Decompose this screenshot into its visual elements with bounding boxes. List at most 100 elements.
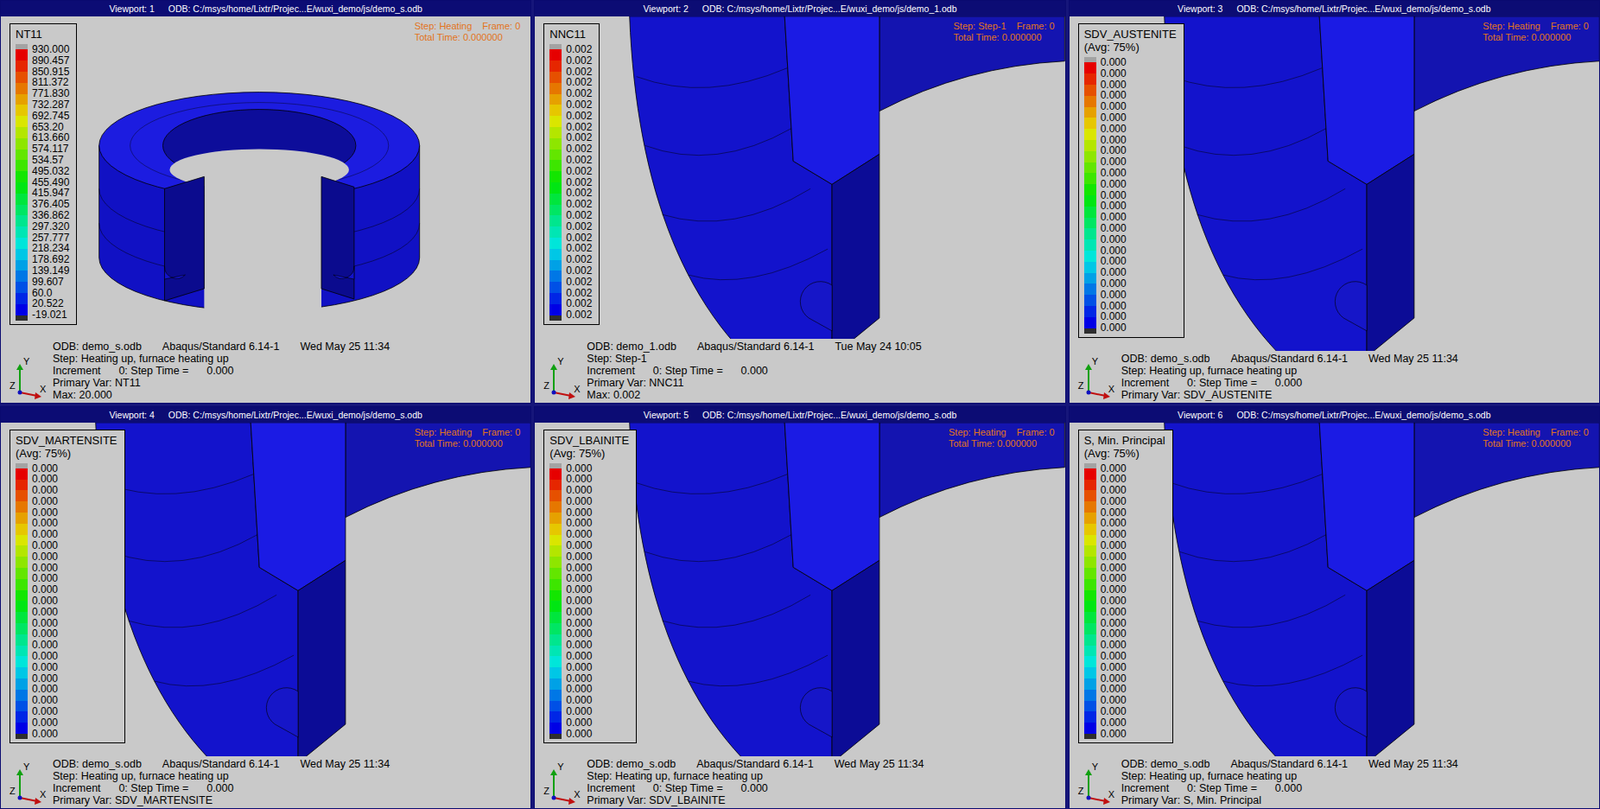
legend-value: 0.000 (1100, 507, 1127, 519)
viewport[interactable]: Viewport: 4ODB: C:/msys/home/Lixtr/Proje… (0, 406, 532, 809)
viewport[interactable]: Viewport: 3ODB: C:/msys/home/Lixtr/Proje… (1068, 0, 1600, 404)
viewport-canvas[interactable]: SDV_LBAINITE(Avg: 75%)0.0000.0000.0000.0… (534, 422, 1065, 809)
legend-value: 0.000 (565, 717, 592, 729)
legend-value: 0.002 (565, 88, 592, 100)
info-block: YXZODB: demo_s.odbAbaqus/Standard 6.14-1… (7, 338, 395, 401)
legend-value: 0.000 (1100, 528, 1127, 540)
viewport[interactable]: Viewport: 1ODB: C:/msys/home/Lixtr/Proje… (0, 0, 532, 404)
color-band (549, 115, 562, 127)
viewport-titlebar[interactable]: Viewport: 4ODB: C:/msys/home/Lixtr/Proje… (0, 406, 531, 423)
color-band (549, 556, 562, 568)
color-band (549, 304, 562, 316)
color-band (1084, 523, 1097, 535)
viewport-titlebar[interactable]: Viewport: 6ODB: C:/msys/home/Lixtr/Proje… (1069, 406, 1600, 423)
color-band (1084, 689, 1097, 701)
legend-body: 0.0000.0000.0000.0000.0000.0000.0000.000… (1084, 57, 1177, 334)
legend-value: 0.000 (1100, 595, 1127, 607)
contour-legend: NT11930.000890.457850.915811.372771.8307… (9, 23, 77, 325)
color-band (549, 468, 562, 480)
legend-title: S, Min. Principal (1084, 433, 1166, 447)
legend-value: 336.862 (31, 209, 70, 222)
solver-version: Abaqus/Standard 6.14-1 (1231, 352, 1349, 365)
color-band (1084, 261, 1097, 274)
step-frame-row: Step: HeatingFrame: 0 (1482, 20, 1589, 32)
viewport[interactable]: Viewport: 5ODB: C:/msys/home/Lixtr/Proje… (533, 406, 1066, 809)
legend-value: 0.002 (565, 242, 592, 254)
color-band (549, 512, 562, 524)
legend-value: 0.000 (1100, 190, 1127, 202)
legend-value: 0.000 (31, 528, 58, 540)
legend-values: 930.000890.457850.915811.372771.830732.2… (31, 44, 70, 321)
color-band (1084, 305, 1097, 318)
legend-value: 376.405 (31, 198, 70, 210)
color-band (549, 678, 562, 690)
increment-line: Increment 0: Step Time = 0.000 (586, 364, 921, 377)
legend-cap-bottom (1084, 328, 1097, 334)
viewport-canvas[interactable]: NNC110.0020.0020.0020.0020.0020.0020.002… (534, 16, 1065, 403)
step-frame-row: Step: Heating Frame: 0 (414, 426, 521, 439)
step-frame-row: Step: HeatingFrame: 0 (948, 426, 1055, 439)
viewport[interactable]: Viewport: 6ODB: C:/msys/home/Lixtr/Proje… (1068, 406, 1600, 809)
axis-z-label: Z (1078, 380, 1085, 391)
color-band (15, 711, 28, 723)
legend-value: 218.234 (31, 242, 70, 254)
viewport-titlebar[interactable]: Viewport: 5ODB: C:/msys/home/Lixtr/Proje… (534, 406, 1065, 423)
viewport-canvas[interactable]: SDV_MARTENSITE(Avg: 75%)0.0000.0000.0000… (0, 422, 531, 809)
color-band (15, 115, 28, 127)
contour-legend: SDV_AUSTENITE(Avg: 75%)0.0000.0000.0000.… (1078, 23, 1185, 338)
step-name: Step: Heating (414, 426, 473, 439)
color-band (1084, 95, 1097, 108)
solver-version: Abaqus/Standard 6.14-1 (162, 757, 280, 770)
color-band (1084, 489, 1097, 502)
color-band (15, 489, 28, 502)
color-band (1084, 655, 1097, 667)
viewport-titlebar[interactable]: Viewport: 3ODB: C:/msys/home/Lixtr/Proje… (1069, 0, 1600, 17)
legend-value: 0.000 (31, 705, 58, 718)
legend-value: 732.287 (31, 99, 70, 111)
primary-variable: Primary Var: NT11 (52, 376, 390, 389)
step-description: Step: Heating up, furnace heating up (52, 769, 390, 782)
legend-value: 0.000 (31, 673, 58, 685)
step-label: Step: HeatingFrame: 0Total Time: 0.00000… (1482, 20, 1589, 44)
legend-value: 930.000 (31, 44, 70, 56)
viewport-titlebar[interactable]: Viewport: 1ODB: C:/msys/home/Lixtr/Proje… (0, 0, 531, 17)
legend-value: 0.000 (565, 728, 592, 740)
viewport-grid: Viewport: 1ODB: C:/msys/home/Lixtr/Proje… (0, 0, 1600, 809)
legend-value: 415.947 (31, 187, 70, 199)
axis-y-label: Y (1092, 761, 1099, 772)
axis-triad-icon: YXZ (9, 354, 48, 401)
color-band (549, 71, 562, 83)
color-band (1084, 62, 1097, 74)
color-band (1084, 501, 1097, 513)
color-band (1084, 117, 1097, 129)
legend-value: 0.000 (1100, 606, 1127, 618)
frame-number: Frame: 0 (482, 426, 521, 439)
legend-value: 0.000 (1100, 584, 1127, 596)
step-name: Step: Heating (948, 426, 1007, 439)
viewport[interactable]: Viewport: 2ODB: C:/msys/home/Lixtr/Proje… (533, 0, 1066, 404)
info-block: YXZODB: demo_s.odbAbaqus/Standard 6.14-1… (7, 755, 395, 807)
color-band (549, 204, 562, 216)
color-band (1084, 479, 1097, 491)
viewport-titlebar[interactable]: Viewport: 2ODB: C:/msys/home/Lixtr/Proje… (534, 0, 1065, 17)
legend-values: 0.0000.0000.0000.0000.0000.0000.0000.000… (31, 463, 58, 740)
legend-value: 0.000 (565, 473, 592, 485)
color-band (1084, 206, 1097, 218)
color-band (15, 49, 28, 61)
increment-line: Increment 0: Step Time = 0.000 (52, 781, 390, 794)
color-band (15, 193, 28, 205)
legend-value: 0.000 (1100, 112, 1127, 124)
legend-value: 0.000 (1100, 79, 1127, 91)
viewport-canvas[interactable]: NT11930.000890.457850.915811.372771.8307… (0, 16, 531, 403)
legend-value: 60.0 (31, 287, 70, 299)
color-band (15, 94, 28, 106)
viewport-canvas[interactable]: SDV_AUSTENITE(Avg: 75%)0.0000.0000.0000.… (1069, 16, 1600, 403)
legend-value: 0.000 (1100, 551, 1127, 563)
viewport-number: Viewport: 2 (642, 0, 688, 17)
legend-value: 0.000 (31, 595, 58, 607)
info-lines: ODB: demo_s.odbAbaqus/Standard 6.14-1Wed… (52, 757, 390, 807)
viewport-number: Viewport: 1 (108, 0, 154, 17)
viewport-number: Viewport: 3 (1177, 0, 1223, 17)
viewport-canvas[interactable]: S, Min. Principal(Avg: 75%)0.0000.0000.0… (1069, 422, 1600, 809)
color-band (549, 104, 562, 116)
